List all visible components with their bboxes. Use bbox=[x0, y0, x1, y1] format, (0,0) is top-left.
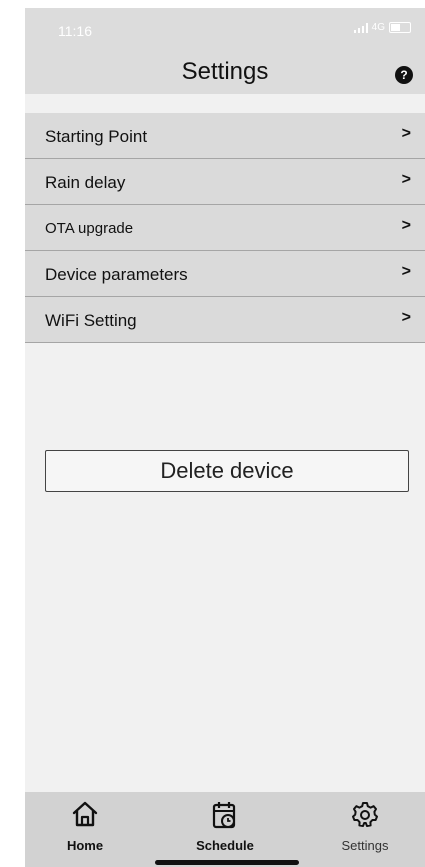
status-bar: 11:16 4G bbox=[25, 8, 425, 48]
tab-schedule[interactable]: Schedule bbox=[165, 792, 285, 867]
menu-item-label: OTA upgrade bbox=[45, 220, 134, 237]
battery-icon bbox=[389, 22, 411, 33]
chevron-right-icon: > bbox=[401, 263, 411, 280]
chevron-right-icon: > bbox=[401, 171, 411, 188]
tab-home[interactable]: Home bbox=[25, 792, 145, 867]
menu-item-starting-point[interactable]: Starting Point > bbox=[25, 113, 425, 159]
menu-item-rain-delay[interactable]: Rain delay > bbox=[25, 159, 425, 205]
tab-label: Schedule bbox=[196, 838, 254, 853]
tab-bar: Home Schedule Settings bbox=[25, 792, 425, 867]
page-title: Settings bbox=[181, 58, 269, 85]
home-icon bbox=[72, 801, 98, 827]
status-time: 11:16 bbox=[58, 23, 92, 39]
menu-item-label: Starting Point bbox=[45, 127, 148, 146]
menu-item-device-parameters[interactable]: Device parameters > bbox=[25, 251, 425, 297]
menu-item-wifi-setting[interactable]: WiFi Setting > bbox=[25, 297, 425, 343]
tab-label: Home bbox=[66, 838, 104, 853]
signal-icon bbox=[353, 22, 368, 33]
tab-settings[interactable]: Settings bbox=[305, 792, 425, 867]
chevron-right-icon: > bbox=[401, 125, 411, 142]
menu-item-ota-upgrade[interactable]: OTA upgrade > bbox=[25, 205, 425, 251]
menu-item-label: Device parameters bbox=[45, 265, 188, 284]
gear-icon bbox=[352, 802, 378, 827]
header: Settings ? bbox=[25, 48, 425, 94]
chevron-right-icon: > bbox=[401, 217, 411, 234]
delete-device-button[interactable]: Delete device bbox=[45, 450, 409, 492]
calendar-clock-icon bbox=[212, 802, 236, 829]
help-icon[interactable]: ? bbox=[395, 66, 413, 84]
menu-item-label: WiFi Setting bbox=[45, 311, 137, 330]
settings-menu: Starting Point > Rain delay > OTA upgrad… bbox=[25, 113, 425, 343]
home-indicator bbox=[155, 860, 299, 865]
network-type: 4G bbox=[371, 22, 385, 33]
menu-item-label: Rain delay bbox=[45, 173, 126, 192]
status-indicators: 4G bbox=[353, 22, 411, 33]
chevron-right-icon: > bbox=[401, 309, 411, 326]
phone-screen: 11:16 4G Settings ? Starting Point > Rai… bbox=[25, 8, 425, 867]
tab-label: Settings bbox=[341, 838, 389, 853]
